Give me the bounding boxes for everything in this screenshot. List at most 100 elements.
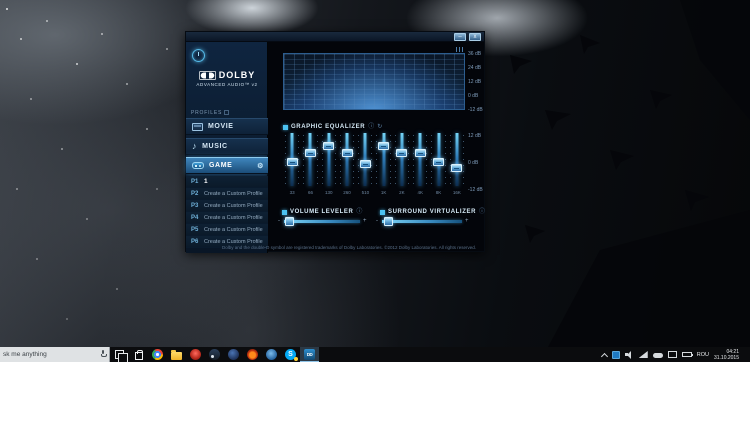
taskbar-app-blue-app[interactable] [262,347,281,362]
surround-virtualizer-track[interactable] [382,217,462,226]
eq-handle[interactable] [323,142,335,151]
bullet-icon [380,209,385,215]
profile-item-music[interactable]: ♪ MUSIC [186,137,268,155]
custom-profile-p3[interactable]: P3 Create a Custom Profile [186,200,268,212]
eq-handle[interactable] [378,142,390,151]
chevron-icon[interactable] [601,352,607,358]
eq-band-510[interactable]: 510 [356,133,374,195]
eq-track[interactable] [433,133,445,186]
dolby-icon[interactable] [611,350,620,359]
close-button[interactable]: x [469,33,481,41]
language-indicator[interactable]: ROU [697,352,709,358]
eq-handle[interactable] [359,159,371,168]
custom-profile-p4[interactable]: P4 Create a Custom Profile [186,212,268,224]
profile-label: Create a Custom Profile [204,202,263,209]
profile-item-movie[interactable]: MOVIE [186,118,268,135]
eq-band-label: 260 [343,190,351,195]
taskbar-app-skype[interactable]: S [281,347,300,362]
eq-band-130[interactable]: 130 [320,133,338,195]
eq-handle[interactable] [304,148,316,157]
power-icon[interactable] [192,49,205,62]
taskbar-app-task-view[interactable] [110,347,129,362]
eq-band-label: 8K [435,190,442,195]
spectrum-meter-icon[interactable] [456,47,463,52]
taskbar-app-flame[interactable] [243,347,262,362]
taskbar-app-media-red[interactable] [186,347,205,362]
eq-band-2K[interactable]: 2K [393,133,411,195]
media-red-icon [190,349,201,360]
eq-band-16K[interactable]: 16K [448,133,466,195]
minimize-button[interactable]: – [454,33,466,41]
info-icon[interactable]: ⓘ [479,209,485,215]
info-icon[interactable] [224,110,230,116]
info-icon[interactable]: ⓘ [368,124,374,130]
eq-band-label: 16K [452,190,461,195]
window-titlebar[interactable]: – x [186,32,484,42]
bullet-icon [283,124,288,130]
taskbar-app-dolby[interactable]: DD [300,347,319,362]
plus-label[interactable]: + [465,217,469,226]
eq-handle[interactable] [451,164,463,173]
search-box[interactable] [0,347,110,362]
eq-track[interactable] [451,133,463,186]
eq-band-1K[interactable]: 1K [374,133,392,195]
minus-label[interactable]: - [278,217,280,226]
system-tray: ROU 04:21 31.10.2015 [601,347,750,362]
info-icon[interactable]: ⓘ [356,209,362,215]
eq-band-33[interactable]: 33 [283,133,301,195]
eq-track[interactable] [396,133,408,186]
taskbar-app-steam[interactable] [205,347,224,362]
eq-track[interactable] [359,133,371,186]
taskbar-app-file-explorer[interactable] [167,347,186,362]
custom-profile-p1[interactable]: P1 1 [186,176,268,188]
steam-icon [209,349,220,360]
clock-date: 31.10.2015 [713,354,739,361]
eq-track[interactable] [304,133,316,186]
custom-profile-p5[interactable]: P5 Create a Custom Profile [186,224,268,236]
eq-band-66[interactable]: 66 [301,133,319,195]
clock[interactable]: 04:21 31.10.2015 [714,349,739,361]
volume-leveler-track[interactable] [284,217,360,226]
eq-track[interactable] [323,133,335,186]
eq-band-260[interactable]: 260 [338,133,356,195]
spectrum-scale-label: -12 dB [468,107,483,113]
eq-handle[interactable] [396,148,408,157]
eq-handle[interactable] [341,148,353,157]
film-icon [192,122,203,131]
eq-band-label: 4K [417,190,423,195]
gear-icon[interactable]: ⚙ [257,162,264,170]
profile-key: P5 [191,226,199,233]
notification-badge [294,357,298,361]
eq-band-8K[interactable]: 8K [429,133,447,195]
profile-item-game[interactable]: GAME ⚙ [186,157,268,174]
eq-track[interactable] [378,133,390,186]
eq-handle[interactable] [433,157,445,166]
taskbar-app-planet[interactable] [224,347,243,362]
taskbar-app-chrome[interactable] [148,347,167,362]
network-icon[interactable] [638,351,648,358]
music-note-icon: ♪ [192,141,198,151]
microphone-icon[interactable] [101,350,107,357]
dolby-icon: DD [304,349,315,360]
eq-handle[interactable] [286,157,298,166]
cloud-icon[interactable] [652,353,663,358]
eq-handle[interactable] [414,148,426,157]
surround-virtualizer-slider: - + [376,217,470,226]
eq-track[interactable] [414,133,426,186]
taskbar-app-store[interactable] [129,347,148,362]
main-panel: 36 dB 24 dB 12 dB 0 dB -12 dB GRAPHIC EQUALI… [222,42,485,251]
display-icon[interactable] [667,351,677,358]
eq-band-4K[interactable]: 4K [411,133,429,195]
eq-track[interactable] [286,133,298,186]
custom-profile-p2[interactable]: P2 Create a Custom Profile [186,188,268,200]
search-input[interactable] [0,350,109,359]
eq-track[interactable] [341,133,353,186]
battery-icon[interactable] [681,352,693,357]
plus-label[interactable]: + [363,217,367,226]
minus-label[interactable]: - [376,217,378,226]
speaker-icon[interactable] [624,350,634,359]
volume-leveler-handle[interactable] [285,217,295,226]
surround-virtualizer-handle[interactable] [384,217,394,226]
eq-scale-label: -12 dB [468,187,483,193]
reset-icon[interactable]: ↻ [377,124,382,130]
